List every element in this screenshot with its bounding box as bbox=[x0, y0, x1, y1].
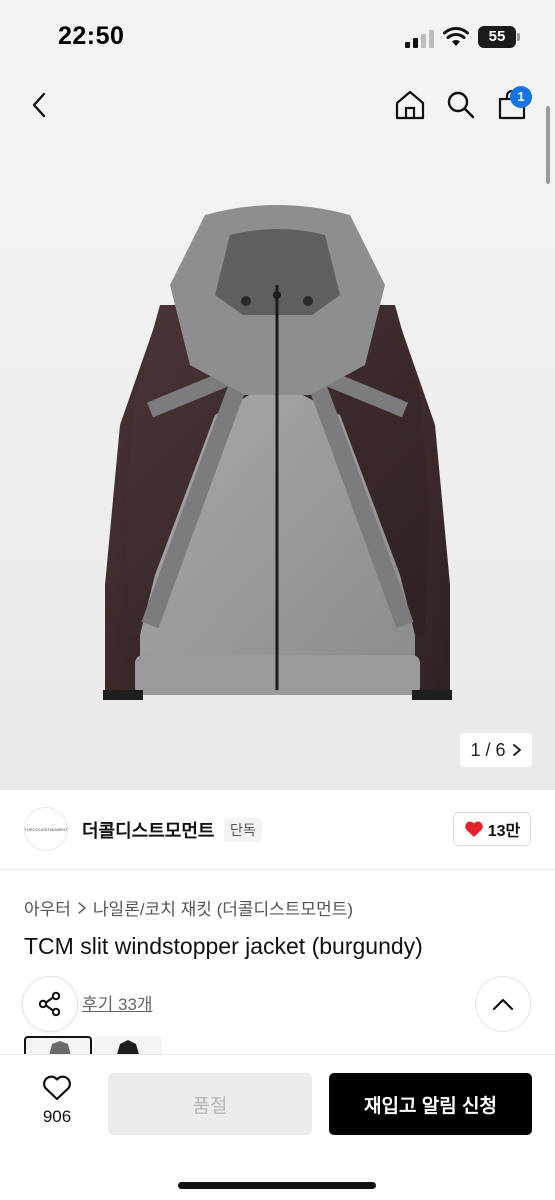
top-nav bbox=[0, 75, 555, 135]
brand-like-button[interactable]: 13만 bbox=[453, 812, 531, 846]
home-icon bbox=[395, 90, 425, 120]
chevron-right-icon bbox=[512, 744, 521, 756]
battery-icon: 55 bbox=[478, 26, 516, 48]
home-indicator bbox=[178, 1182, 376, 1189]
bottom-action-bar: 906 품절 재입고 알림 신청 bbox=[0, 1054, 555, 1200]
brand-like-count: 13만 bbox=[487, 823, 521, 840]
status-time: 22:50 bbox=[58, 22, 125, 50]
chevron-right-icon bbox=[78, 901, 86, 914]
heart-outline-icon bbox=[43, 1075, 71, 1101]
breadcrumb-item-subcategory[interactable]: 나일론/코치 재킷 (더콜디스트모먼트) bbox=[93, 895, 353, 920]
restock-alert-button[interactable]: 재입고 알림 신청 bbox=[329, 1073, 532, 1135]
status-bar: 22:50 55 bbox=[0, 0, 555, 75]
product-image-carousel[interactable] bbox=[0, 135, 555, 790]
home-button[interactable] bbox=[390, 85, 430, 125]
product-title: TCM slit windstopper jacket (burgundy) bbox=[24, 933, 423, 959]
wishlist-count: 906 bbox=[42, 1107, 72, 1126]
soldout-button: 품절 bbox=[108, 1073, 312, 1135]
exclusive-badge: 단독 bbox=[224, 818, 262, 842]
seller-row: THECOLDISTMOMENT 더콜디스트모먼트 단독 13만 bbox=[0, 790, 555, 870]
share-icon bbox=[38, 991, 61, 1017]
back-icon bbox=[32, 92, 46, 118]
heart-filled-icon bbox=[464, 821, 483, 837]
battery-tip bbox=[517, 33, 520, 41]
brand-logo-text: THECOLDISTMOMENT bbox=[24, 826, 68, 832]
page-counter-text: 1 / 6 bbox=[470, 739, 506, 760]
wishlist-button[interactable]: 906 bbox=[30, 1075, 84, 1135]
search-icon bbox=[447, 91, 475, 119]
jacket-image bbox=[0, 135, 555, 790]
review-link[interactable]: 후기 33개 bbox=[82, 990, 153, 1015]
wifi-icon bbox=[443, 27, 469, 46]
brand-name[interactable]: 더콜디스트모먼트 bbox=[82, 817, 214, 843]
chevron-up-icon bbox=[492, 998, 514, 1011]
cart-count-badge: 1 bbox=[510, 86, 532, 108]
signal-icon bbox=[405, 30, 434, 48]
search-button[interactable] bbox=[441, 85, 481, 125]
breadcrumb-item-category[interactable]: 아우터 bbox=[24, 895, 71, 920]
brand-logo[interactable]: THECOLDISTMOMENT bbox=[24, 807, 68, 851]
scroll-indicator bbox=[546, 106, 550, 184]
back-button[interactable] bbox=[20, 85, 60, 125]
breadcrumb: 아우터 나일론/코치 재킷 (더콜디스트모먼트) bbox=[24, 895, 353, 920]
share-button[interactable] bbox=[22, 976, 78, 1032]
image-page-counter[interactable]: 1 / 6 bbox=[460, 733, 532, 767]
scroll-top-button[interactable] bbox=[475, 976, 531, 1032]
